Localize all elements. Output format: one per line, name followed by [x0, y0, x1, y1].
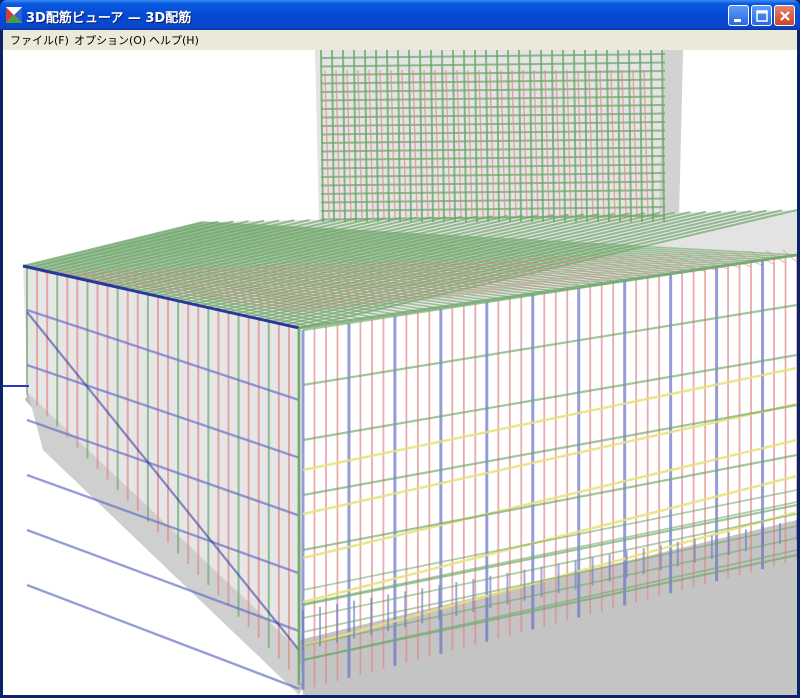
front-face-horizontal	[302, 402, 797, 516]
front-face-stirrup	[302, 453, 797, 552]
menu-bar: ファイル(F) オプション(O) ヘルプ(H)	[3, 30, 797, 50]
app-icon	[6, 7, 22, 23]
minimize-icon	[734, 19, 741, 22]
menu-help[interactable]: ヘルプ(H)	[149, 32, 199, 48]
maximize-icon	[756, 10, 768, 22]
close-icon	[780, 11, 790, 21]
minimize-button[interactable]	[728, 5, 749, 26]
3d-viewport[interactable]	[3, 50, 797, 695]
menu-options[interactable]: オプション(O)	[74, 32, 146, 48]
app-window: 3D配筋ビューア — 3D配筋 ファイル(F) オプション(O) ヘルプ(H)	[0, 0, 800, 698]
front-face-stirrup	[302, 353, 797, 442]
window-title: 3D配筋ビューア — 3D配筋	[26, 11, 192, 26]
title-bar[interactable]: 3D配筋ビューア — 3D配筋	[0, 0, 800, 30]
close-button[interactable]	[774, 5, 795, 26]
menu-file[interactable]: ファイル(F)	[10, 32, 69, 48]
rebar-3d-scene[interactable]	[3, 50, 797, 695]
maximize-button[interactable]	[751, 5, 772, 26]
